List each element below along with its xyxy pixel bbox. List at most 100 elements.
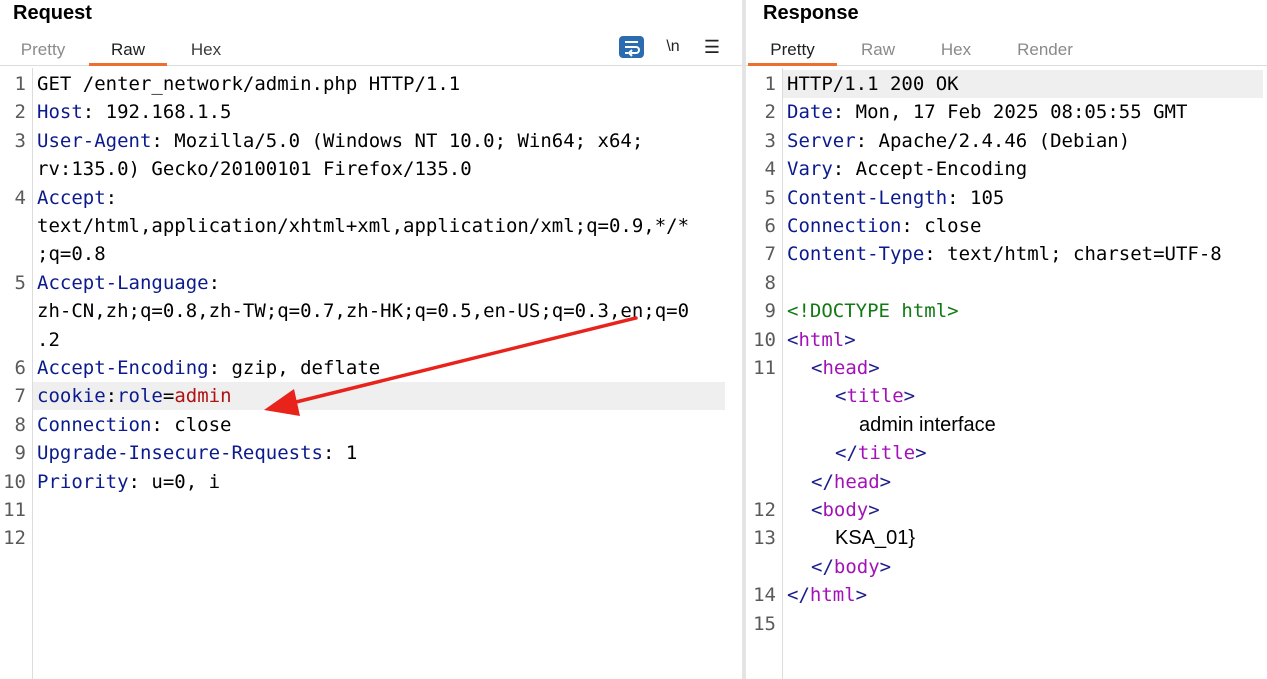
response-tab-pretty[interactable]: Pretty bbox=[748, 36, 837, 66]
header-value: close bbox=[162, 413, 232, 436]
tag-bracket: > bbox=[855, 584, 868, 607]
code-line: 7 cookie:role=admin bbox=[0, 382, 740, 411]
code-text: </title> bbox=[835, 439, 927, 467]
code-line: 5 Content-Length: 105 bbox=[746, 184, 1265, 212]
code-line: ;q=0.8 bbox=[0, 240, 740, 268]
line-number: 13 bbox=[753, 527, 776, 550]
colon-separator: : bbox=[208, 357, 221, 379]
response-title: Response bbox=[763, 2, 859, 24]
line-number: 10 bbox=[3, 470, 26, 493]
tag-bracket: > bbox=[915, 442, 927, 465]
header-value: text/html; charset=UTF-8 bbox=[935, 243, 1222, 266]
code-text: Accept-Language: bbox=[37, 269, 220, 297]
line-number: 6 bbox=[14, 357, 26, 379]
header-key: Accept-Language bbox=[37, 271, 209, 294]
line-number: 12 bbox=[3, 527, 26, 550]
line-number: 2 bbox=[14, 101, 26, 124]
header-key: Accept bbox=[37, 186, 106, 209]
tag-bracket: </ bbox=[811, 555, 834, 578]
line-number: 8 bbox=[14, 413, 26, 436]
code-text: admin interface bbox=[859, 413, 996, 436]
line-number: 5 bbox=[14, 271, 26, 294]
line-number: 11 bbox=[3, 499, 26, 521]
code-line: 15 bbox=[746, 610, 1265, 638]
header-value: Apache/2.4.46 (Debian) bbox=[867, 129, 1131, 152]
header-key: Priority bbox=[37, 470, 129, 493]
newline-toggle-icon[interactable]: \n bbox=[662, 36, 684, 58]
html-tag-name: body bbox=[833, 555, 880, 578]
line-number: 7 bbox=[14, 385, 26, 408]
code-line: 9 <!DOCTYPE html> bbox=[746, 297, 1265, 325]
line-number: 14 bbox=[753, 584, 776, 607]
code-line: 2 Host: 192.168.1.5 bbox=[0, 98, 740, 126]
line-number: 2 bbox=[764, 101, 776, 124]
colon-separator: : bbox=[832, 101, 845, 124]
header-key: Content-Type bbox=[787, 243, 925, 266]
hamburger-menu-icon[interactable]: ☰ bbox=[702, 36, 722, 58]
line-number: 7 bbox=[764, 243, 776, 266]
code-line: 12 bbox=[0, 524, 740, 552]
code-line: 7 Content-Type: text/html; charset=UTF-8 bbox=[746, 240, 1265, 268]
tag-bracket: </ bbox=[811, 470, 834, 493]
code-line: rv:135.0) Gecko/20100101 Firefox/135.0 bbox=[0, 155, 740, 183]
line-number: 3 bbox=[764, 129, 776, 152]
header-key: Connection bbox=[787, 215, 902, 237]
colon-separator: : bbox=[947, 186, 959, 209]
equals-separator: = bbox=[162, 385, 175, 408]
code-text: Server: Apache/2.4.46 (Debian) bbox=[787, 127, 1130, 155]
request-tab-pretty[interactable]: Pretty bbox=[0, 36, 86, 66]
code-line: </title> bbox=[746, 439, 1265, 467]
header-value: close bbox=[912, 215, 982, 237]
code-text: Priority: u=0, i bbox=[37, 468, 220, 496]
code-line: 8 bbox=[746, 269, 1265, 297]
header-key: Host bbox=[37, 101, 83, 124]
line-number: 5 bbox=[764, 186, 776, 209]
request-tab-raw[interactable]: Raw bbox=[89, 36, 167, 66]
response-tab-hex[interactable]: Hex bbox=[920, 36, 992, 66]
text-wrap-icon[interactable] bbox=[619, 36, 644, 58]
code-text: Content-Type: text/html; charset=UTF-8 bbox=[787, 240, 1222, 268]
header-key: Accept-Encoding bbox=[37, 357, 209, 379]
response-tab-render[interactable]: Render bbox=[1002, 36, 1088, 66]
code-line: 13 KSA_01} bbox=[746, 524, 1265, 552]
header-value: 192.168.1.5 bbox=[94, 101, 232, 124]
code-line: 4 Vary: Accept-Encoding bbox=[746, 155, 1265, 183]
code-text: </html> bbox=[787, 581, 867, 609]
header-key: User-Agent bbox=[37, 129, 152, 152]
code-text: Date: Mon, 17 Feb 2025 08:05:55 GMT bbox=[787, 98, 1187, 126]
code-text: <html> bbox=[787, 326, 856, 354]
header-key: Date bbox=[787, 101, 833, 124]
code-text: Connection: close bbox=[37, 411, 231, 439]
html-tag-name: body bbox=[822, 499, 869, 521]
code-line: </body> bbox=[746, 553, 1265, 581]
code-line: zh-CN,zh;q=0.8,zh-TW;q=0.7,zh-HK;q=0.5,e… bbox=[0, 297, 740, 325]
html-tag-name: html bbox=[809, 584, 856, 607]
header-key: Upgrade-Insecure-Requests bbox=[37, 442, 323, 465]
header-key: Server bbox=[787, 129, 856, 152]
header-key: Vary bbox=[787, 158, 833, 181]
header-value: Accept-Encoding bbox=[844, 158, 1028, 181]
colon-separator: : bbox=[832, 158, 845, 181]
line-number: 6 bbox=[764, 215, 776, 237]
code-line: 6 Accept-Encoding: gzip, deflate bbox=[0, 354, 740, 382]
code-line: .2 bbox=[0, 326, 740, 354]
colon-separator: : bbox=[855, 129, 868, 152]
request-tab-hex[interactable]: Hex bbox=[170, 36, 242, 66]
tag-bracket: > bbox=[879, 555, 892, 578]
code-line: 6 Connection: close bbox=[746, 212, 1265, 240]
code-line: 3 User-Agent: Mozilla/5.0 (Windows NT 10.… bbox=[0, 127, 740, 155]
line-number: 9 bbox=[14, 442, 26, 465]
line-number: 12 bbox=[753, 499, 776, 521]
colon-separator: : bbox=[128, 470, 140, 493]
tag-bracket: > bbox=[903, 385, 916, 408]
code-text: text/html,application/xhtml+xml,applicat… bbox=[37, 215, 690, 237]
code-text: .2 bbox=[37, 328, 60, 351]
request-title: Request bbox=[13, 2, 92, 24]
header-value: Mozilla/5.0 (Windows NT 10.0; Win64; x64… bbox=[162, 129, 644, 152]
code-text: User-Agent: Mozilla/5.0 (Windows NT 10.0… bbox=[37, 127, 643, 155]
header-key: Connection bbox=[37, 413, 152, 436]
code-text: </body> bbox=[811, 553, 891, 581]
response-tab-raw[interactable]: Raw bbox=[842, 36, 914, 66]
colon-separator: : bbox=[151, 413, 163, 436]
html-tag-name: html bbox=[798, 328, 845, 351]
